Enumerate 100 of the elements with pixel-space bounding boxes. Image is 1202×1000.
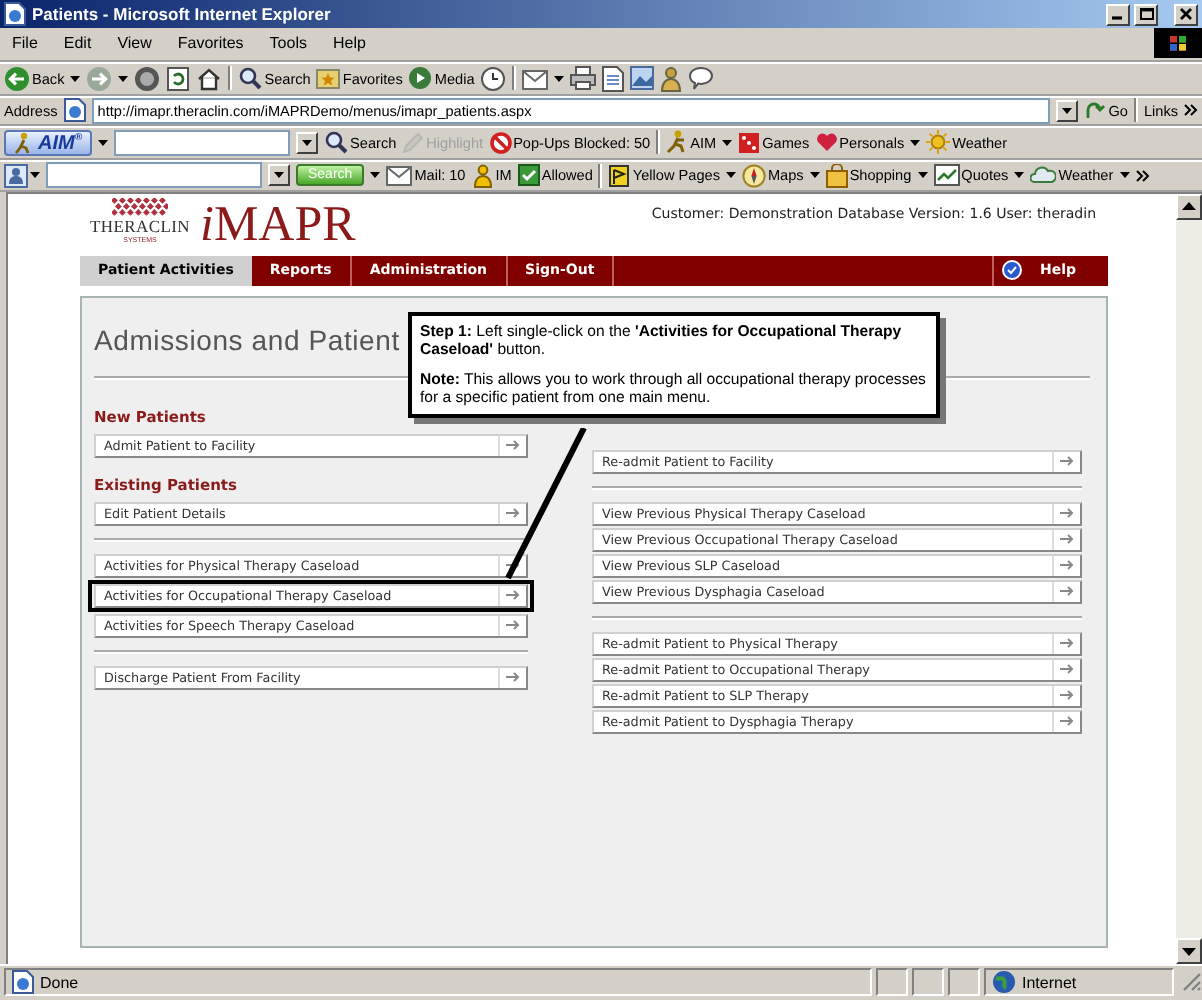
caret-icon[interactable] (70, 75, 81, 82)
caret-icon[interactable] (370, 172, 381, 179)
status-pane (948, 968, 980, 997)
arrow-icon (1060, 690, 1074, 701)
arrow-icon (506, 508, 520, 519)
product-name: iMAPR (200, 199, 356, 252)
dropdown-button[interactable] (268, 164, 290, 187)
person-icon[interactable] (660, 65, 683, 92)
window-icon (4, 2, 26, 26)
home-icon[interactable] (196, 65, 223, 92)
compass-icon (741, 163, 766, 188)
dropdown-button[interactable] (296, 131, 319, 154)
arrow-icon (1060, 534, 1074, 545)
down-arrow-icon (1182, 947, 1196, 956)
page-icon (12, 970, 34, 995)
caret-icon (1062, 107, 1073, 114)
refresh-icon[interactable] (166, 65, 191, 92)
search-field[interactable] (46, 162, 262, 189)
arrow-icon (1060, 586, 1074, 597)
search-icon (324, 130, 349, 155)
running-figure-icon (14, 131, 32, 154)
dropdown-button[interactable] (1056, 99, 1079, 122)
image-icon[interactable] (630, 66, 655, 91)
arrow-icon (1060, 508, 1074, 519)
caret-icon[interactable] (722, 139, 733, 146)
dice-icon (738, 131, 761, 154)
minimize-button[interactable] (1106, 3, 1130, 25)
no-entry-icon (489, 131, 512, 154)
search-icon (238, 66, 263, 91)
caret-icon[interactable] (910, 139, 921, 146)
menu-item[interactable]: View (117, 34, 152, 52)
input-field[interactable] (114, 129, 291, 156)
zone-label: Internet (1022, 973, 1077, 992)
heart-icon (815, 132, 838, 153)
caret-icon[interactable] (917, 172, 928, 179)
caret-icon[interactable] (30, 172, 40, 179)
brand-name: THERACLIN (90, 217, 190, 236)
caret-icon[interactable] (98, 139, 109, 146)
up-arrow-icon (1182, 202, 1196, 211)
arrow-icon (506, 672, 520, 683)
media-icon (408, 66, 433, 91)
sun-icon (926, 130, 951, 155)
arrow-icon (506, 440, 520, 451)
clock-icon[interactable] (480, 65, 507, 92)
document-icon[interactable] (602, 65, 625, 92)
speech-bubble-icon[interactable] (688, 66, 715, 91)
resize-grip-icon[interactable] (1178, 968, 1202, 993)
cloud-icon (1030, 164, 1057, 187)
scroll-up-button[interactable] (1176, 193, 1202, 220)
arrow-icon (1060, 664, 1074, 675)
caret-icon[interactable] (809, 172, 820, 179)
arrow-icon (506, 590, 520, 601)
caret-icon[interactable] (1119, 172, 1130, 179)
arrow-icon (1060, 560, 1074, 571)
line-chart-icon (933, 164, 960, 187)
chevron-icon[interactable] (1184, 104, 1198, 117)
close-button[interactable] (1174, 3, 1198, 25)
scroll-down-button[interactable] (1176, 938, 1202, 965)
caret-icon[interactable] (554, 75, 565, 82)
close-icon (1180, 8, 1192, 20)
person-icon[interactable] (4, 163, 28, 188)
arrow-icon (506, 620, 520, 631)
arrow-icon (506, 560, 520, 571)
status-text: Done (40, 973, 79, 992)
maximize-icon (1139, 8, 1153, 20)
flag-icon (1168, 34, 1188, 52)
menu-item[interactable]: Favorites (177, 34, 244, 52)
help-icon[interactable] (1001, 260, 1022, 281)
caret-icon (274, 172, 284, 179)
envelope-icon[interactable] (386, 164, 413, 187)
caret-icon (302, 139, 313, 146)
menu-item[interactable]: Tools (269, 34, 307, 52)
menu-item[interactable]: Help (332, 34, 366, 52)
status-pane (912, 968, 944, 997)
stop-icon[interactable] (134, 65, 161, 92)
menu-item[interactable]: File (12, 34, 38, 52)
marker-icon (402, 131, 425, 154)
aim-button[interactable]: AIM$^{®}$ (4, 129, 93, 156)
person-icon (471, 163, 494, 188)
shopping-bag-icon (825, 163, 848, 188)
caret-icon[interactable] (118, 75, 129, 82)
maximize-button[interactable] (1134, 3, 1158, 25)
window-title: Patients - Microsoft Internet Explorer (32, 4, 333, 24)
printer-icon[interactable] (570, 66, 597, 91)
chevron-icon[interactable] (1135, 169, 1150, 182)
menu-item[interactable]: Edit (63, 34, 92, 52)
envelope-icon[interactable] (522, 67, 549, 90)
diamond-grid-icon (112, 197, 168, 218)
status-pane (876, 968, 908, 997)
flag-marker-icon (608, 163, 631, 188)
check-icon (517, 164, 540, 187)
go-arrow-icon (1084, 100, 1107, 121)
arrow-icon (1060, 638, 1074, 649)
globe-icon (992, 970, 1016, 995)
arrow-icon (1060, 716, 1074, 727)
page-heading: Admissions and Patient (94, 323, 400, 360)
running-figure-icon (666, 130, 689, 155)
caret-icon[interactable] (1014, 172, 1025, 179)
arrow-icon (1060, 456, 1074, 467)
caret-icon[interactable] (725, 172, 736, 179)
